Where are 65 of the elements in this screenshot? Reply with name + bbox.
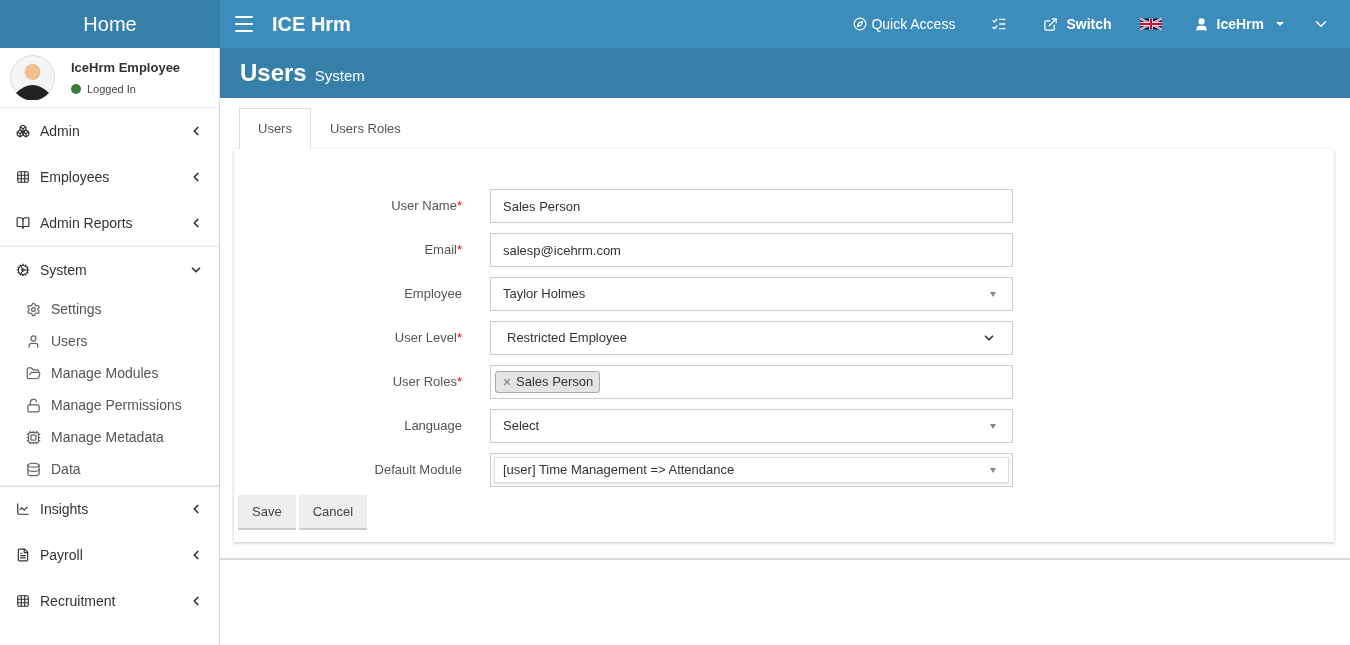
field-label: User Name* bbox=[390, 197, 463, 216]
sidebar-item[interactable]: Insights bbox=[0, 486, 219, 532]
chart-icon bbox=[16, 502, 30, 516]
sidebar-subitem[interactable]: Manage Modules bbox=[0, 357, 219, 389]
sidebar-subitem[interactable]: Settings bbox=[0, 293, 219, 325]
app-title: ICE Hrm bbox=[272, 12, 351, 37]
profile-name: IceHrm Employee bbox=[71, 58, 181, 77]
user-icon bbox=[1193, 16, 1209, 32]
form-button[interactable]: Cancel bbox=[298, 495, 368, 530]
select-field[interactable]: Select bbox=[490, 409, 1013, 443]
user-menu[interactable]: IceHrm bbox=[1193, 14, 1284, 34]
sidebar-subitem[interactable]: Users bbox=[0, 325, 219, 357]
field-label: Email* bbox=[423, 241, 463, 260]
field-label: User Roles* bbox=[391, 373, 463, 392]
gears-icon bbox=[26, 301, 41, 317]
caret-icon bbox=[1276, 22, 1284, 26]
field-label: Employee bbox=[403, 285, 463, 304]
caret-icon bbox=[990, 291, 996, 297]
caret-icon bbox=[990, 467, 996, 473]
text-field[interactable]: salesp@icehrm.com bbox=[490, 233, 1013, 267]
field-label: Default Module bbox=[373, 461, 463, 480]
page-subtitle: System bbox=[314, 65, 365, 86]
form-button[interactable]: Save bbox=[238, 495, 296, 530]
flag-icon[interactable] bbox=[1139, 16, 1162, 32]
dropdown-field[interactable]: Restricted Employee bbox=[490, 321, 1013, 355]
book-icon bbox=[16, 216, 30, 230]
folder-icon bbox=[26, 365, 41, 381]
text-field[interactable]: Sales Person bbox=[490, 189, 1013, 223]
quick-access-link[interactable]: Quick Access bbox=[853, 14, 956, 34]
sidebar-item[interactable]: Recruitment bbox=[0, 578, 219, 624]
tag-chip[interactable]: Sales Person bbox=[495, 371, 601, 393]
sidebar-item[interactable]: Payroll bbox=[0, 532, 219, 578]
grid-icon bbox=[16, 594, 30, 608]
status-text: Logged In bbox=[87, 82, 136, 97]
sidebar-item[interactable]: System bbox=[0, 247, 219, 293]
sidebar-subitem[interactable]: Data bbox=[0, 453, 219, 485]
avatar-icon bbox=[10, 55, 55, 100]
sidebar-subitem[interactable]: Manage Metadata bbox=[0, 421, 219, 453]
sidebar-item[interactable]: Admin Reports bbox=[0, 200, 219, 246]
tab[interactable]: Users bbox=[239, 108, 311, 149]
grid-icon bbox=[16, 170, 30, 184]
tags-field[interactable]: Sales Person bbox=[490, 365, 1013, 399]
caret-icon bbox=[990, 423, 996, 429]
database-icon bbox=[26, 461, 41, 477]
user-icon bbox=[26, 333, 41, 349]
remove-icon[interactable] bbox=[502, 377, 512, 387]
sidebar-subitem[interactable]: Manage Permissions bbox=[0, 389, 219, 421]
page-title: Users bbox=[240, 58, 307, 88]
unlock-icon bbox=[26, 397, 41, 413]
document-icon bbox=[16, 548, 30, 562]
tab[interactable]: Users Roles bbox=[310, 108, 420, 149]
switch-link[interactable]: Switch bbox=[1043, 14, 1112, 34]
select-field[interactable]: Taylor Holmes bbox=[490, 277, 1013, 311]
sidebar-item[interactable]: Employees bbox=[0, 154, 219, 200]
external-link-icon bbox=[1043, 16, 1059, 32]
brand-title[interactable]: Home bbox=[0, 0, 220, 48]
field-label: Language bbox=[403, 417, 463, 436]
gears-icon bbox=[16, 263, 30, 277]
chip-icon bbox=[26, 429, 41, 445]
select-field[interactable]: [user] Time Management => Attendance bbox=[490, 453, 1013, 487]
boxes-icon bbox=[16, 124, 30, 138]
compass-icon bbox=[853, 17, 868, 31]
sidebar-item[interactable]: Admin bbox=[0, 108, 219, 154]
field-label: User Level* bbox=[393, 329, 463, 348]
checklist-icon[interactable] bbox=[991, 16, 1008, 32]
